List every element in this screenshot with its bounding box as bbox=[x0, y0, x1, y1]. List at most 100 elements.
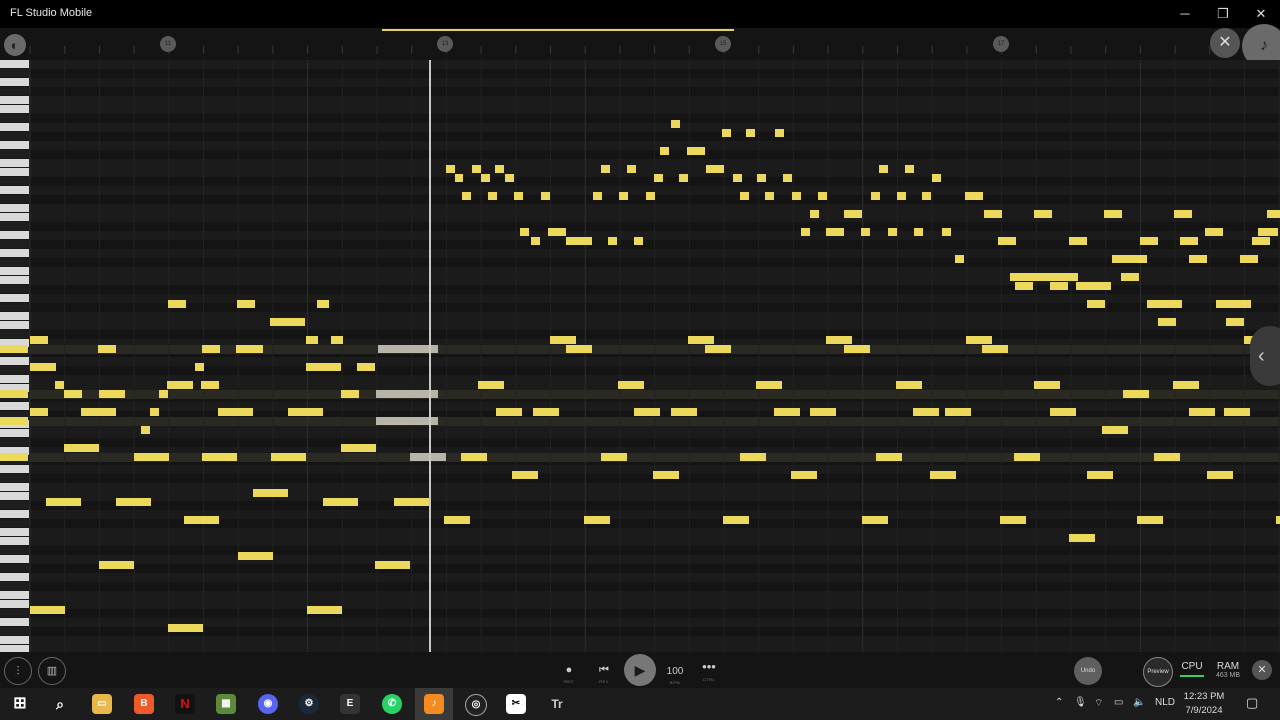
search-icon[interactable]: ⌕ bbox=[50, 694, 70, 714]
brave-browser-icon[interactable]: B bbox=[134, 694, 154, 714]
note[interactable] bbox=[1267, 210, 1280, 218]
note[interactable] bbox=[1050, 282, 1068, 290]
note[interactable] bbox=[202, 453, 237, 461]
note[interactable] bbox=[801, 228, 810, 236]
note[interactable] bbox=[472, 165, 481, 173]
note[interactable] bbox=[871, 192, 880, 200]
note[interactable] bbox=[965, 192, 983, 200]
note[interactable] bbox=[810, 408, 836, 416]
note[interactable] bbox=[446, 165, 455, 173]
note[interactable] bbox=[826, 228, 844, 236]
piano-icon[interactable]: ▥ bbox=[38, 657, 66, 685]
note[interactable] bbox=[271, 453, 306, 461]
note[interactable] bbox=[566, 345, 592, 353]
discord-icon[interactable]: ◉ bbox=[258, 694, 278, 714]
preview-button[interactable]: Preview bbox=[1143, 657, 1173, 687]
note[interactable] bbox=[1180, 237, 1198, 245]
note[interactable] bbox=[455, 174, 463, 182]
note[interactable] bbox=[914, 228, 923, 236]
note-selected[interactable] bbox=[376, 417, 438, 425]
note[interactable] bbox=[1174, 210, 1192, 218]
note[interactable] bbox=[705, 345, 731, 353]
note[interactable] bbox=[1158, 318, 1176, 326]
note[interactable] bbox=[481, 174, 490, 182]
close-button[interactable]: ✕ bbox=[1246, 4, 1276, 24]
note[interactable] bbox=[1087, 471, 1113, 479]
note[interactable] bbox=[1207, 471, 1233, 479]
note[interactable] bbox=[584, 516, 610, 524]
note[interactable] bbox=[879, 165, 888, 173]
note[interactable] bbox=[341, 444, 376, 452]
language-indicator[interactable]: NLD bbox=[1155, 697, 1175, 708]
note[interactable] bbox=[922, 192, 931, 200]
note[interactable] bbox=[1121, 273, 1139, 281]
note[interactable] bbox=[306, 336, 318, 344]
note[interactable] bbox=[550, 336, 576, 344]
note[interactable] bbox=[202, 345, 220, 353]
note[interactable] bbox=[671, 408, 697, 416]
close-editor-button[interactable]: ✕ bbox=[1210, 28, 1240, 58]
note[interactable] bbox=[0, 453, 28, 461]
note[interactable] bbox=[1069, 534, 1095, 542]
note[interactable] bbox=[505, 174, 514, 182]
note[interactable] bbox=[687, 147, 705, 155]
volume-icon[interactable]: 🔈 bbox=[1133, 697, 1145, 708]
note[interactable] bbox=[756, 381, 782, 389]
note[interactable] bbox=[444, 516, 470, 524]
note[interactable] bbox=[1226, 318, 1244, 326]
notification-icon[interactable]: ▢ bbox=[1246, 695, 1258, 711]
note[interactable] bbox=[1173, 381, 1199, 389]
capcut-icon[interactable]: ✂ bbox=[506, 694, 526, 714]
note[interactable] bbox=[733, 174, 742, 182]
note[interactable] bbox=[932, 174, 941, 182]
note[interactable] bbox=[317, 300, 329, 308]
note[interactable] bbox=[998, 237, 1016, 245]
restore-button[interactable]: ❐ bbox=[1208, 4, 1238, 24]
note[interactable] bbox=[844, 210, 862, 218]
piano-roll-grid[interactable] bbox=[0, 60, 1280, 652]
note[interactable] bbox=[706, 165, 724, 173]
note[interactable] bbox=[55, 381, 64, 389]
note[interactable] bbox=[618, 381, 644, 389]
note[interactable] bbox=[1102, 426, 1128, 434]
note[interactable] bbox=[236, 345, 263, 353]
note[interactable] bbox=[237, 300, 255, 308]
bar-marker-11[interactable]: 11 bbox=[160, 36, 176, 52]
note[interactable] bbox=[306, 363, 341, 371]
note[interactable] bbox=[533, 408, 559, 416]
note[interactable] bbox=[1014, 453, 1040, 461]
chevron-left-icon[interactable]: ‹ bbox=[1250, 326, 1280, 386]
note[interactable] bbox=[844, 345, 870, 353]
note[interactable] bbox=[619, 192, 628, 200]
note[interactable] bbox=[1224, 408, 1250, 416]
note[interactable] bbox=[1154, 453, 1180, 461]
note[interactable] bbox=[740, 192, 749, 200]
note[interactable] bbox=[791, 471, 817, 479]
note[interactable] bbox=[1034, 210, 1052, 218]
note[interactable] bbox=[270, 318, 305, 326]
note[interactable] bbox=[688, 336, 714, 344]
note[interactable] bbox=[30, 408, 48, 416]
note[interactable] bbox=[141, 426, 150, 434]
note[interactable] bbox=[0, 417, 28, 425]
note[interactable] bbox=[966, 336, 992, 344]
note[interactable] bbox=[1034, 381, 1060, 389]
note[interactable] bbox=[897, 192, 906, 200]
timeline-ruler[interactable] bbox=[0, 28, 1280, 60]
note[interactable] bbox=[810, 210, 819, 218]
note[interactable] bbox=[757, 174, 766, 182]
note[interactable] bbox=[514, 192, 523, 200]
epic-games-icon[interactable]: E bbox=[340, 694, 360, 714]
note[interactable] bbox=[601, 165, 610, 173]
note[interactable] bbox=[98, 345, 116, 353]
steam-icon[interactable]: ⚙ bbox=[299, 694, 319, 714]
note[interactable] bbox=[462, 192, 471, 200]
fl-studio-logo-icon[interactable]: ◐ bbox=[4, 34, 26, 56]
note[interactable] bbox=[134, 453, 169, 461]
note[interactable] bbox=[1258, 228, 1278, 236]
note[interactable] bbox=[307, 606, 342, 614]
note[interactable] bbox=[30, 336, 48, 344]
note[interactable] bbox=[826, 336, 852, 344]
note[interactable] bbox=[942, 228, 951, 236]
note[interactable] bbox=[1189, 255, 1207, 263]
